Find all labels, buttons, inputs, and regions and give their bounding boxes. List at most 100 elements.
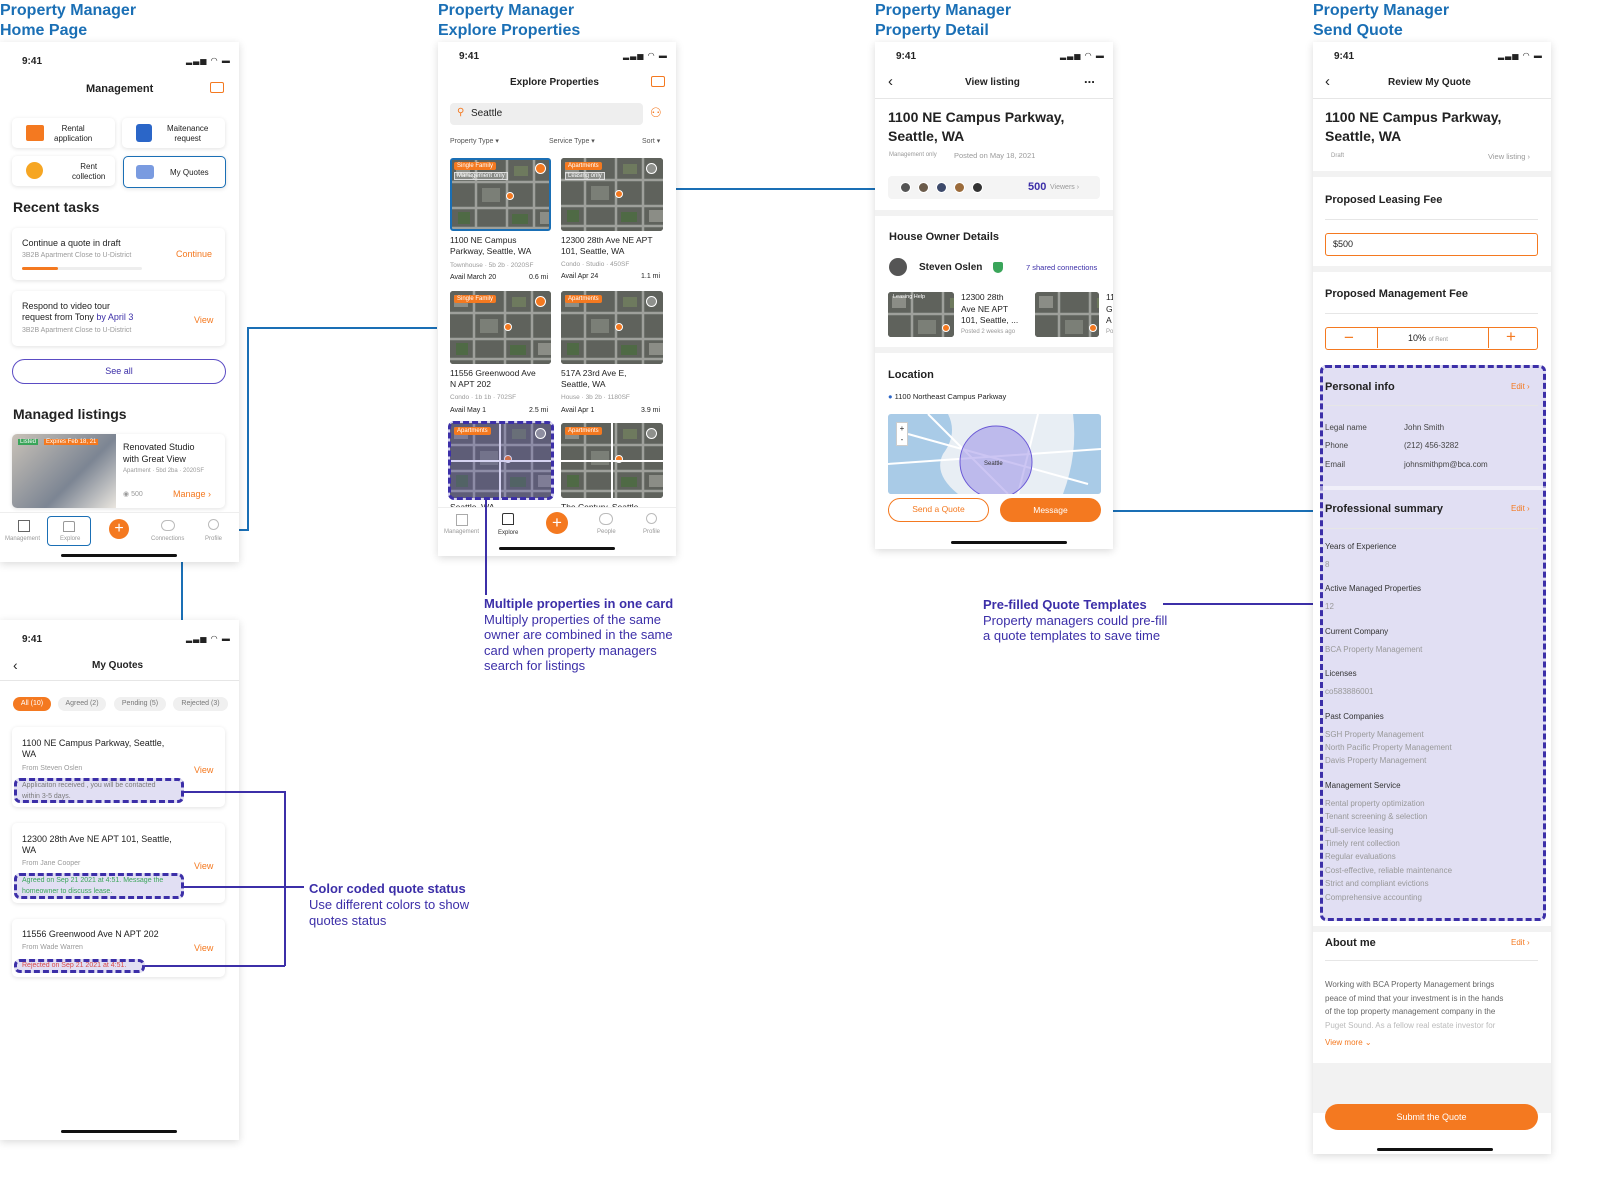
property-address-line2: Parkway, Seattle, WA <box>450 246 532 256</box>
filter-sort[interactable]: Sort ▾ <box>642 137 660 145</box>
property-type-tag: Apartments <box>565 427 602 435</box>
minus-icon[interactable]: − <box>1344 328 1354 348</box>
detail-screen: 9:41 ▂▃▅ ◠ ▬ ‹ View listing ... 1100 NE … <box>875 42 1113 549</box>
home-title: Property Manager Home Page <box>0 2 137 39</box>
shared-connections-link[interactable]: 7 shared connections <box>1026 263 1097 272</box>
quote-status-line2: within 3-5 days. <box>22 793 71 800</box>
tile-rent-collection[interactable]: Rent collection <box>12 156 115 186</box>
home-indicator <box>951 541 1067 544</box>
connections-icon[interactable] <box>161 520 175 531</box>
submit-quote-button[interactable]: Submit the Quote <box>1325 1104 1538 1130</box>
nav-label-people[interactable]: People <box>597 529 616 535</box>
task-card-video-tour[interactable]: Respond to video tour request from Tony … <box>12 291 225 346</box>
nav-label-profile[interactable]: Profile <box>205 536 222 542</box>
plus-icon[interactable]: + <box>1506 327 1516 347</box>
message-button[interactable]: Message <box>1000 498 1101 522</box>
management-fee-stepper[interactable]: − 10% of Rent + <box>1325 327 1538 350</box>
edit-professional-link[interactable]: Edit › <box>1511 504 1530 513</box>
view-link[interactable]: View <box>194 315 213 325</box>
nav-label-management[interactable]: Management <box>5 536 40 542</box>
nav-label-management[interactable]: Management <box>444 529 479 535</box>
mail-icon[interactable] <box>651 76 665 87</box>
task-card-draft[interactable]: Continue a quote in draft 3B2B Apartment… <box>12 228 225 280</box>
viewers-bar[interactable]: 500 Viewers › <box>888 176 1100 199</box>
tile-maintenance-request[interactable]: Maitenance request <box>122 118 225 148</box>
filter-property-type[interactable]: Property Type ▾ <box>450 137 499 145</box>
see-all-button[interactable]: See all <box>12 359 226 384</box>
status-pending-highlight: Applicaiton received , you will be conta… <box>14 778 184 803</box>
back-chevron-icon[interactable]: ‹ <box>13 657 18 673</box>
owner-name[interactable]: Steven Oslen <box>919 262 982 273</box>
map-zoom-controls[interactable]: + - <box>896 422 908 446</box>
property-address: 1100 NE Campus Parkway, <box>888 109 1065 125</box>
profile-icon[interactable] <box>646 513 657 524</box>
more-menu-icon[interactable]: ... <box>1084 71 1095 86</box>
continue-link[interactable]: Continue <box>176 249 212 259</box>
view-link[interactable]: View <box>194 765 213 775</box>
quote-screen: 9:41 ▂▃▅ ◠ ▬ ‹ Review My Quote 1100 NE C… <box>1313 42 1551 1154</box>
tile-my-quotes[interactable]: My Quotes <box>123 156 226 188</box>
edit-personal-link[interactable]: Edit › <box>1511 382 1530 391</box>
managed-listing-card[interactable]: Listed Expires Feb 18, 21 Renovated Stud… <box>12 434 225 508</box>
section-title-location: Location <box>888 369 934 381</box>
viewers-count: 500 <box>1028 181 1047 193</box>
heart-icon[interactable] <box>535 296 546 307</box>
nav-label-connections[interactable]: Connections <box>151 536 184 542</box>
location-map[interactable]: + - Seattle <box>888 414 1101 494</box>
building-icon[interactable] <box>456 514 468 526</box>
filter-agreed[interactable]: Agreed (2) <box>58 697 106 711</box>
people-icon[interactable] <box>599 513 613 525</box>
heart-icon[interactable] <box>646 296 657 307</box>
mail-icon[interactable] <box>210 82 224 93</box>
leasing-fee-input[interactable]: $500 <box>1325 233 1538 256</box>
nav-explore[interactable]: Explore <box>47 516 91 546</box>
other-property-thumb[interactable] <box>1035 292 1099 337</box>
tile-rental-application[interactable]: Rental application <box>12 118 115 148</box>
home-indicator <box>61 554 177 557</box>
property-distance: 3.9 mi <box>641 407 661 414</box>
back-chevron-icon[interactable]: ‹ <box>888 73 893 90</box>
summary-label: Licenses <box>1325 669 1357 679</box>
quote-status-badge: Draft <box>1331 153 1345 159</box>
filter-pending[interactable]: Pending (5) <box>114 697 166 711</box>
property-address-line2: Seattle, WA <box>1325 128 1402 144</box>
edit-about-link[interactable]: Edit › <box>1511 938 1530 947</box>
property-type-tag: Apartments <box>565 295 602 303</box>
heart-icon[interactable] <box>535 428 546 439</box>
other-property-address[interactable]: 12300 28th Ave NE APT 101, Seattle, ... <box>961 292 1018 327</box>
header-divider <box>0 680 239 681</box>
heart-icon[interactable] <box>535 163 546 174</box>
filter-rejected[interactable]: Rejected (3) <box>173 697 228 711</box>
view-link[interactable]: View <box>194 943 213 953</box>
view-more-link[interactable]: View more ⌄ <box>1325 1038 1372 1047</box>
phone-value: (212) 456-3282 <box>1404 441 1459 450</box>
nav-label-explore[interactable]: Explore <box>498 530 518 536</box>
send-quote-button[interactable]: Send a Quote <box>888 498 989 522</box>
profile-icon[interactable] <box>208 519 219 530</box>
search-input[interactable]: ⚲ Seattle <box>450 103 643 125</box>
property-availability: Avail May 1 <box>450 407 487 414</box>
verified-shield-icon <box>993 262 1003 273</box>
add-button[interactable]: + <box>109 519 129 539</box>
leasing-fee-value: $500 <box>1333 239 1354 249</box>
quote-status: Applicaiton received , you will be conta… <box>22 782 156 789</box>
nav-label-profile[interactable]: Profile <box>643 529 660 535</box>
stepper-divider <box>1488 328 1489 348</box>
location-person-icon[interactable]: ⚇ <box>650 105 662 121</box>
add-button[interactable]: + <box>546 512 568 534</box>
filter-all[interactable]: All (10) <box>13 697 51 711</box>
annotation-text: card when property managers <box>484 643 657 658</box>
building-icon[interactable] <box>18 520 30 532</box>
owner-avatar[interactable] <box>889 258 907 276</box>
filter-service-type[interactable]: Service Type ▾ <box>549 137 595 145</box>
status-time: 9:41 <box>22 56 43 67</box>
service-type: Management only <box>889 152 937 158</box>
heart-icon[interactable] <box>646 163 657 174</box>
property-address-line2: Seattle, WA <box>888 128 965 144</box>
home-icon[interactable] <box>502 513 514 525</box>
view-listing-link[interactable]: View listing › <box>1488 152 1530 161</box>
manage-link[interactable]: Manage › <box>173 489 211 499</box>
heart-icon[interactable] <box>646 428 657 439</box>
back-chevron-icon[interactable]: ‹ <box>1325 73 1330 90</box>
view-link[interactable]: View <box>194 861 213 871</box>
